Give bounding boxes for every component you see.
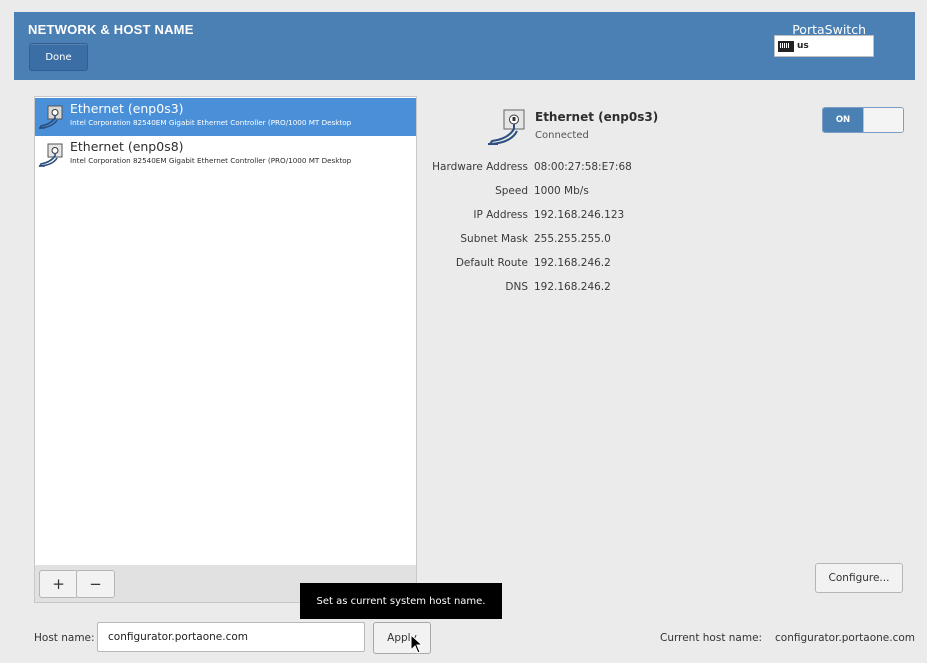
device-name: Ethernet (enp0s3): [70, 101, 184, 116]
remove-device-button[interactable]: −: [76, 570, 115, 598]
current-host-name-label: Current host name:: [660, 632, 763, 644]
add-device-button[interactable]: +: [39, 570, 78, 598]
detail-label: IP Address: [473, 209, 528, 221]
apply-tooltip: Set as current system host name.: [300, 583, 502, 619]
device-name: Ethernet (enp0s8): [70, 139, 184, 154]
detail-value: 08:00:27:58:E7:68: [534, 161, 632, 173]
keyboard-layout-label: us: [797, 41, 809, 51]
device-list-item[interactable]: Ethernet (enp0s8) Intel Corporation 8254…: [35, 136, 416, 174]
detail-label: Hardware Address: [432, 161, 528, 173]
detail-row-subnet-mask: Subnet Mask 255.255.255.0: [420, 233, 840, 249]
configure-button[interactable]: Configure...: [815, 563, 903, 593]
detail-value: 1000 Mb/s: [534, 185, 589, 197]
device-description: Intel Corporation 82540EM Gigabit Ethern…: [70, 156, 352, 165]
detail-value: 192.168.246.2: [534, 257, 611, 269]
detail-row-default-route: Default Route 192.168.246.2: [420, 257, 840, 273]
mouse-cursor-icon: [410, 634, 424, 654]
ethernet-icon: [38, 105, 63, 129]
detail-row-ip-address: IP Address 192.168.246.123: [420, 209, 840, 225]
page-title: NETWORK & HOST NAME: [28, 22, 194, 37]
device-status: Connected: [535, 130, 589, 141]
device-detail-name: Ethernet (enp0s3): [535, 110, 659, 124]
device-description: Intel Corporation 82540EM Gigabit Ethern…: [70, 118, 352, 127]
toggle-knob: [863, 108, 903, 132]
done-button[interactable]: Done: [29, 43, 88, 71]
detail-value: 255.255.255.0: [534, 233, 611, 245]
host-name-input[interactable]: [97, 622, 365, 652]
detail-label: Default Route: [455, 257, 528, 269]
toggle-on-label: ON: [823, 108, 863, 132]
keyboard-icon: [778, 40, 794, 52]
device-list: Ethernet (enp0s3) Intel Corporation 8254…: [34, 96, 417, 567]
detail-row-speed: Speed 1000 Mb/s: [420, 185, 840, 201]
detail-value: 192.168.246.123: [534, 209, 625, 221]
detail-label: Subnet Mask: [460, 233, 528, 245]
current-host-name-value: configurator.portaone.com: [775, 632, 916, 644]
detail-row-dns: DNS 192.168.246.2: [420, 281, 840, 297]
host-name-label: Host name:: [34, 632, 95, 644]
detail-value: 192.168.246.2: [534, 281, 611, 293]
detail-label: Speed: [495, 185, 528, 197]
connection-toggle[interactable]: ON: [822, 107, 904, 133]
detail-row-hardware-address: Hardware Address 08:00:27:58:E7:68: [420, 161, 840, 177]
detail-label: DNS: [505, 281, 528, 293]
device-list-item[interactable]: Ethernet (enp0s3) Intel Corporation 8254…: [35, 98, 416, 136]
header: NETWORK & HOST NAME Done PortaSwitch us: [0, 0, 927, 88]
ethernet-icon: [488, 109, 525, 146]
ethernet-icon: [38, 143, 63, 167]
keyboard-layout-indicator[interactable]: us: [774, 35, 874, 57]
